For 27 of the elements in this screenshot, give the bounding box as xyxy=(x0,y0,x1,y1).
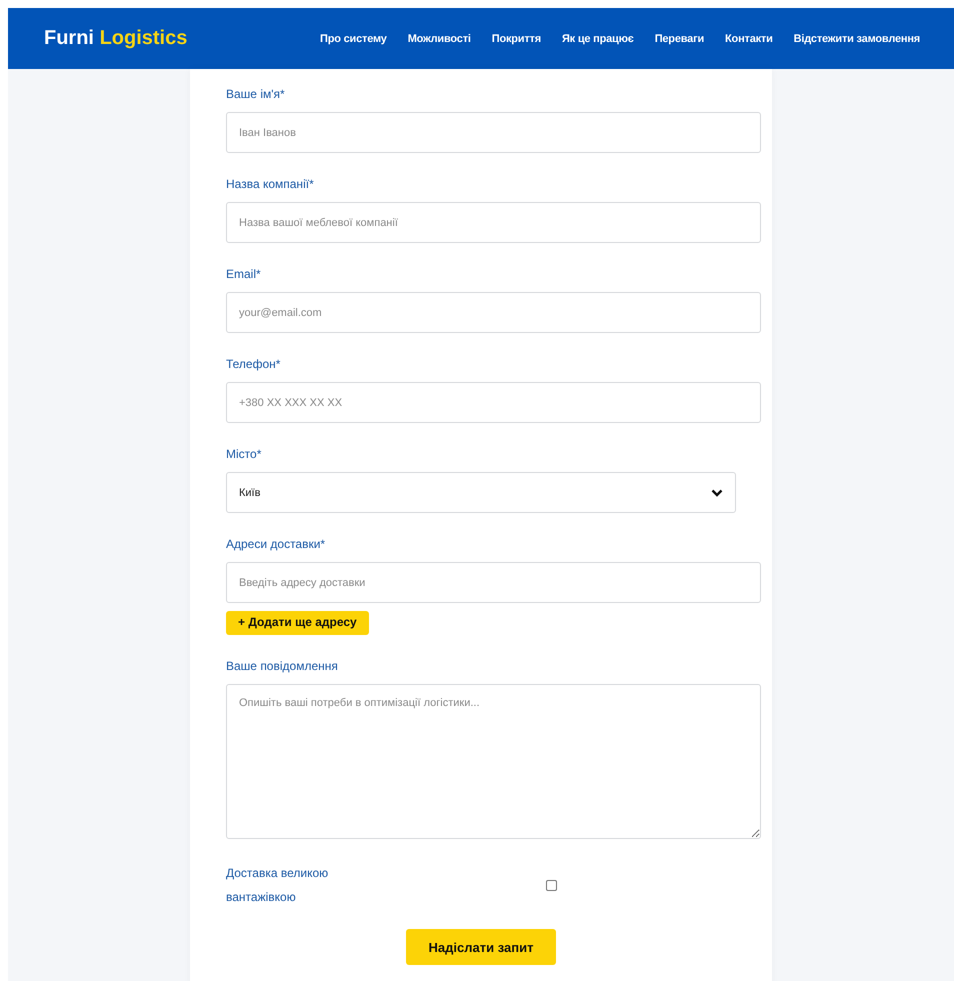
input-field[interactable]: Назва вашої меблевої компанії xyxy=(226,202,761,243)
chevron-down-icon xyxy=(711,488,723,496)
logo[interactable]: Furni Logistics xyxy=(44,27,188,50)
submit-button[interactable]: Надіслати запит xyxy=(406,929,556,965)
input-field[interactable]: Іван Іванов xyxy=(226,112,761,153)
input-field[interactable]: +380 XX XXX XX XX xyxy=(226,382,761,423)
nav-link[interactable]: Покриття xyxy=(492,32,541,44)
nav-link[interactable]: Контакти xyxy=(725,32,773,44)
field-label: Доставка великою вантажівкою xyxy=(226,865,330,906)
add-address-button[interactable]: + Додати ще адресу xyxy=(226,611,369,635)
field-label: Телефон* xyxy=(226,356,280,373)
message-field[interactable]: Опишіть ваші потреби в оптимізації логістики... xyxy=(226,684,761,839)
field-label: Адреси доставки* xyxy=(226,536,326,553)
nav-link[interactable]: Про систему xyxy=(320,32,387,44)
input-field[interactable]: your@email.com xyxy=(226,292,761,333)
nav-link[interactable]: Можливості xyxy=(408,32,471,44)
nav-link[interactable]: Відстежити замовлення xyxy=(794,32,920,44)
field-label: Місто* xyxy=(226,446,262,463)
field-label: Назва компанії* xyxy=(226,176,314,193)
nav-link[interactable]: Переваги xyxy=(654,32,704,44)
nav-link[interactable]: Як це працює xyxy=(562,32,634,44)
field-label: Ваше ім'я* xyxy=(226,86,285,103)
checkbox[interactable] xyxy=(546,880,557,890)
input-field[interactable]: Введіть адресу доставки xyxy=(226,562,761,603)
field-label: Email* xyxy=(226,266,261,283)
field-label: Ваше повідомлення xyxy=(226,658,338,675)
city-dropdown[interactable]: Київ xyxy=(226,472,736,513)
